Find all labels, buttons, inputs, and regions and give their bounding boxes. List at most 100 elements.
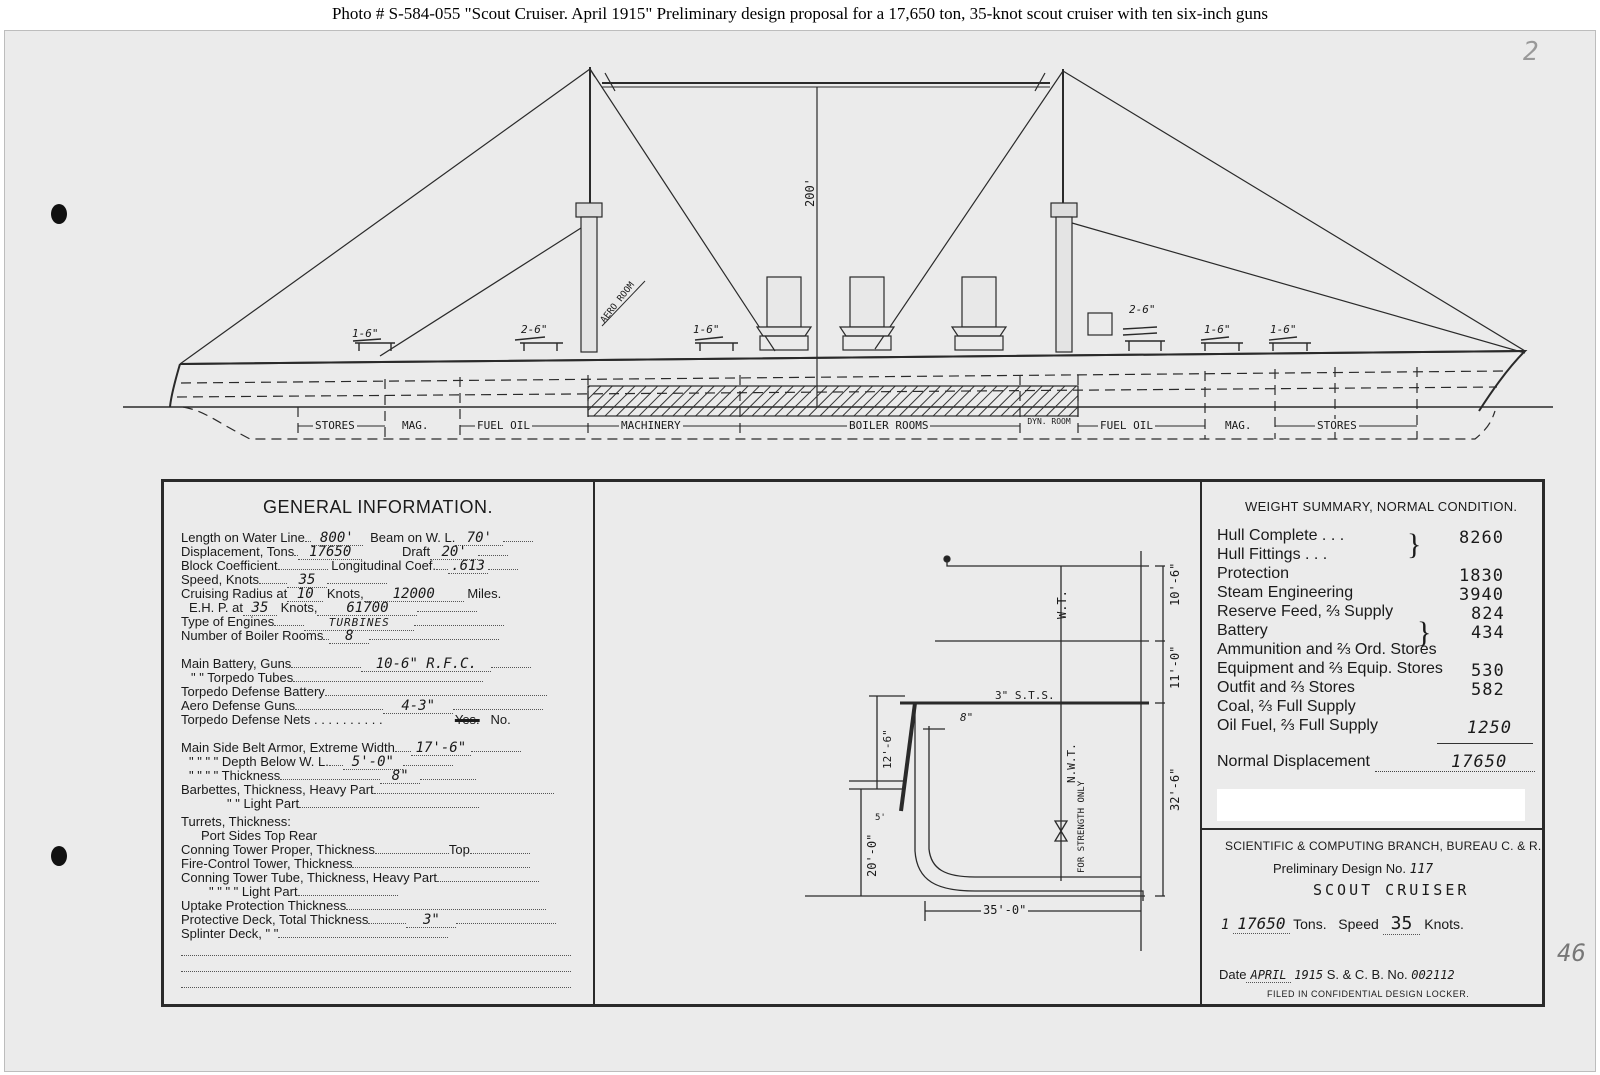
weight-row-value: 582: [1471, 680, 1505, 700]
compartment-label: STORES: [313, 419, 357, 432]
gun-label: 2-6": [1129, 303, 1156, 316]
mast-height-label: 200': [803, 178, 817, 207]
normal-displacement-value: 17650: [1451, 752, 1508, 772]
weight-row-label: Protection: [1217, 565, 1290, 582]
conning-tube-light-label: " " " " Light Part: [209, 884, 298, 899]
gun-label: 1-6": [352, 327, 379, 340]
fire-control-label: Fire-Control Tower, Thickness: [181, 856, 353, 871]
weight-row-value: 1830: [1459, 566, 1504, 586]
design-number-label: Preliminary Design No. 117: [1273, 861, 1434, 877]
gun-label: 1-6": [1204, 323, 1231, 336]
splinter-deck-label: Splinter Deck, " ": [181, 926, 279, 941]
drawing-sheet: 2 46 200' AERO ROOM 1-6" 2-6" 1-6" 2-6" …: [4, 30, 1596, 1072]
section-dim-belt: 12'-6": [881, 729, 894, 769]
weight-row-value: 434: [1471, 623, 1505, 643]
tons-value: 17650: [1233, 914, 1290, 934]
normal-displacement-line: [1375, 771, 1535, 772]
design-number-value: 117: [1409, 862, 1434, 877]
barbettes-label: Barbettes, Thickness, Heavy Part: [181, 782, 374, 797]
ehp-label: E.H. P. at: [189, 600, 243, 615]
photo-caption: Photo # S-584-055 "Scout Cruiser. April …: [331, 4, 1269, 23]
year-value: 1915: [1294, 968, 1324, 982]
weight-row-label: Reserve Feed, ⅔ Supply: [1217, 603, 1394, 620]
section-dim-top: 10'-6": [1168, 562, 1182, 606]
section-belt-label: 8": [960, 711, 974, 724]
speed-value: 35: [1382, 913, 1421, 935]
uptake-label: Uptake Protection Thickness: [181, 898, 347, 913]
main-battery-value: 10-6" R.F.C.: [361, 657, 492, 672]
speed-label: Speed: [1338, 916, 1379, 932]
weight-row-label: Hull Fittings . . .: [1217, 546, 1328, 563]
compartment-label: BOILER ROOMS: [847, 419, 931, 432]
conning-tower-label: Conning Tower Proper, Thickness: [181, 842, 375, 857]
main-battery-label: Main Battery, Guns: [181, 656, 292, 671]
compartment-label: MACHINERY: [619, 419, 683, 432]
weight-row-label: Steam Engineering: [1217, 584, 1354, 601]
blank-line: [181, 955, 571, 956]
section-dim-side: 32'-6": [1168, 767, 1182, 811]
weight-row-label: Ammunition and ⅔ Ord. Stores: [1217, 641, 1437, 658]
weight-row-value: 8260: [1459, 528, 1504, 548]
compartment-label: FUEL OIL: [1098, 419, 1155, 432]
aero-guns-label: Aero Defense Guns: [181, 698, 296, 713]
turret-parts-label: Port Sides Top Rear: [201, 828, 318, 843]
weight-row-label: Oil Fuel, ⅔ Full Supply: [1217, 717, 1378, 734]
weight-row-label: Outfit and ⅔ Stores: [1217, 679, 1355, 696]
draft-label: Draft: [401, 544, 431, 559]
date-line: Date APRIL 1915 S. & C. B. No. 002112: [1219, 967, 1455, 983]
torpedo-tubes-label: " " Torpedo Tubes: [191, 670, 294, 685]
weight-row-value: 3940: [1459, 585, 1504, 605]
weight-summary-title: WEIGHT SUMMARY, NORMAL CONDITION.: [1245, 499, 1518, 514]
weight-row-label: Hull Complete . . .: [1217, 527, 1345, 544]
knots-label: Knots.: [1424, 916, 1464, 932]
scb-value: 002112: [1411, 968, 1455, 982]
blank-line: [181, 971, 571, 972]
section-half-beam: 35'-0": [981, 903, 1029, 917]
punch-hole-bottom: [51, 846, 67, 866]
title-block-divider: [1202, 828, 1543, 830]
compartment-label: MAG.: [402, 419, 429, 432]
compartment-label: STORES: [1315, 419, 1359, 432]
section-dim-mid: 11'-0": [1168, 645, 1182, 689]
beam-label: Beam on W. L.: [370, 530, 456, 545]
panel-divider: [1200, 481, 1202, 1005]
radius-label: Cruising Radius at: [181, 586, 288, 601]
redaction-box: [1217, 789, 1525, 821]
tons-prefix: 1: [1221, 917, 1230, 933]
compartment-label: FUEL OIL: [475, 419, 532, 432]
knots-word: Knots,: [280, 600, 318, 615]
barbettes-light-label: " " Light Part: [227, 796, 300, 811]
ship-profile-drawing: [123, 67, 1553, 440]
belt-width-label: Main Side Belt Armor, Extreme Width: [181, 740, 395, 755]
section-sts-label: 3" S.T.S.: [995, 689, 1055, 702]
nets-yes: Yes.: [454, 712, 480, 727]
protective-deck-value: 3": [406, 913, 457, 928]
compartment-label: DYN. ROOM: [1027, 417, 1071, 426]
miles-word: Miles.: [467, 586, 502, 601]
weight-row-label: Coal, ⅔ Full Supply: [1217, 698, 1356, 715]
date-label: Date: [1219, 967, 1247, 982]
general-info-title: GENERAL INFORMATION.: [263, 497, 494, 517]
torpedo-defense-battery-label: Torpedo Defense Battery: [181, 684, 325, 699]
engines-label: Type of Engines: [181, 614, 275, 629]
weight-row-value: 530: [1471, 661, 1505, 681]
protective-deck-label: Protective Deck, Total Thickness: [181, 912, 369, 927]
long-coef-value: .613: [448, 559, 489, 574]
scb-label: S. & C. B. No.: [1326, 967, 1408, 982]
turrets-label: Turrets, Thickness:: [181, 814, 291, 829]
section-nwt-label: N.W.T.: [1065, 743, 1078, 783]
weight-row-value: 824: [1471, 604, 1505, 624]
filed-note: FILED IN CONFIDENTIAL DESIGN LOCKER.: [1267, 989, 1470, 999]
belt-thickness-value: 8": [380, 769, 421, 784]
normal-displacement-label: Normal Displacement: [1217, 753, 1370, 770]
section-nwt-note: FOR STRENGTH ONLY: [1077, 780, 1087, 873]
length-label: Length on Water Line: [181, 530, 305, 545]
displacement-label: Displacement, Tons: [181, 544, 295, 559]
conning-top-label: Top: [448, 842, 470, 857]
compartment-label: MAG.: [1225, 419, 1252, 432]
ship-name: SCOUT CRUISER: [1313, 881, 1470, 899]
weight-row-value: 1250: [1467, 718, 1512, 738]
block-coef-label: Block Coefficient: [181, 558, 278, 573]
speed-label: Speed, Knots: [181, 572, 260, 587]
belt-thickness-label: " " " " Thickness: [189, 768, 281, 783]
